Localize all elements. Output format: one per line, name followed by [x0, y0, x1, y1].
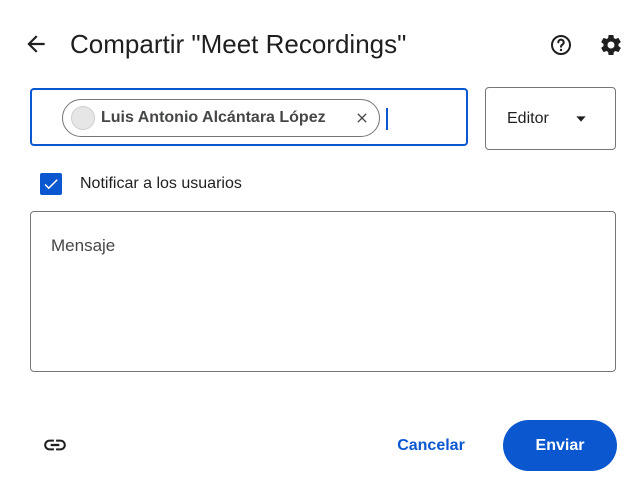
recipient-chip-label: Luis Antonio Alcántara López: [101, 109, 326, 126]
notify-users-label: Notificar a los usuarios: [80, 175, 242, 192]
notify-users-checkbox[interactable]: [40, 173, 62, 195]
send-button[interactable]: Enviar: [503, 420, 617, 471]
link-icon: [44, 439, 66, 451]
message-placeholder: Mensaje: [51, 236, 116, 255]
back-button[interactable]: [18, 26, 54, 62]
checkmark-icon: [44, 179, 58, 190]
role-dropdown[interactable]: Editor: [485, 87, 616, 150]
notify-users-row: Notificar a los usuarios: [40, 172, 242, 196]
help-icon: [551, 35, 571, 55]
gear-icon: [601, 34, 621, 55]
dialog-title: Compartir "Meet Recordings": [70, 29, 407, 59]
remove-recipient-button[interactable]: [351, 107, 373, 129]
role-selected-label: Editor: [507, 109, 549, 127]
settings-button[interactable]: [594, 28, 628, 62]
recipient-input-field[interactable]: Luis Antonio Alcántara López: [30, 88, 468, 146]
recipient-chip[interactable]: Luis Antonio Alcántara López: [62, 99, 380, 137]
arrow-drop-down-icon: [576, 115, 586, 122]
copy-link-button[interactable]: [38, 428, 72, 462]
arrow-back-icon: [27, 35, 45, 53]
message-textarea[interactable]: Mensaje: [30, 211, 616, 372]
help-button[interactable]: [544, 28, 578, 62]
avatar-icon: [71, 106, 95, 130]
text-cursor: [386, 108, 388, 130]
close-icon: [357, 113, 367, 123]
cancel-button[interactable]: Cancelar: [380, 422, 482, 470]
share-dialog: Compartir "Meet Recordings" Luis Antonio…: [0, 0, 638, 501]
